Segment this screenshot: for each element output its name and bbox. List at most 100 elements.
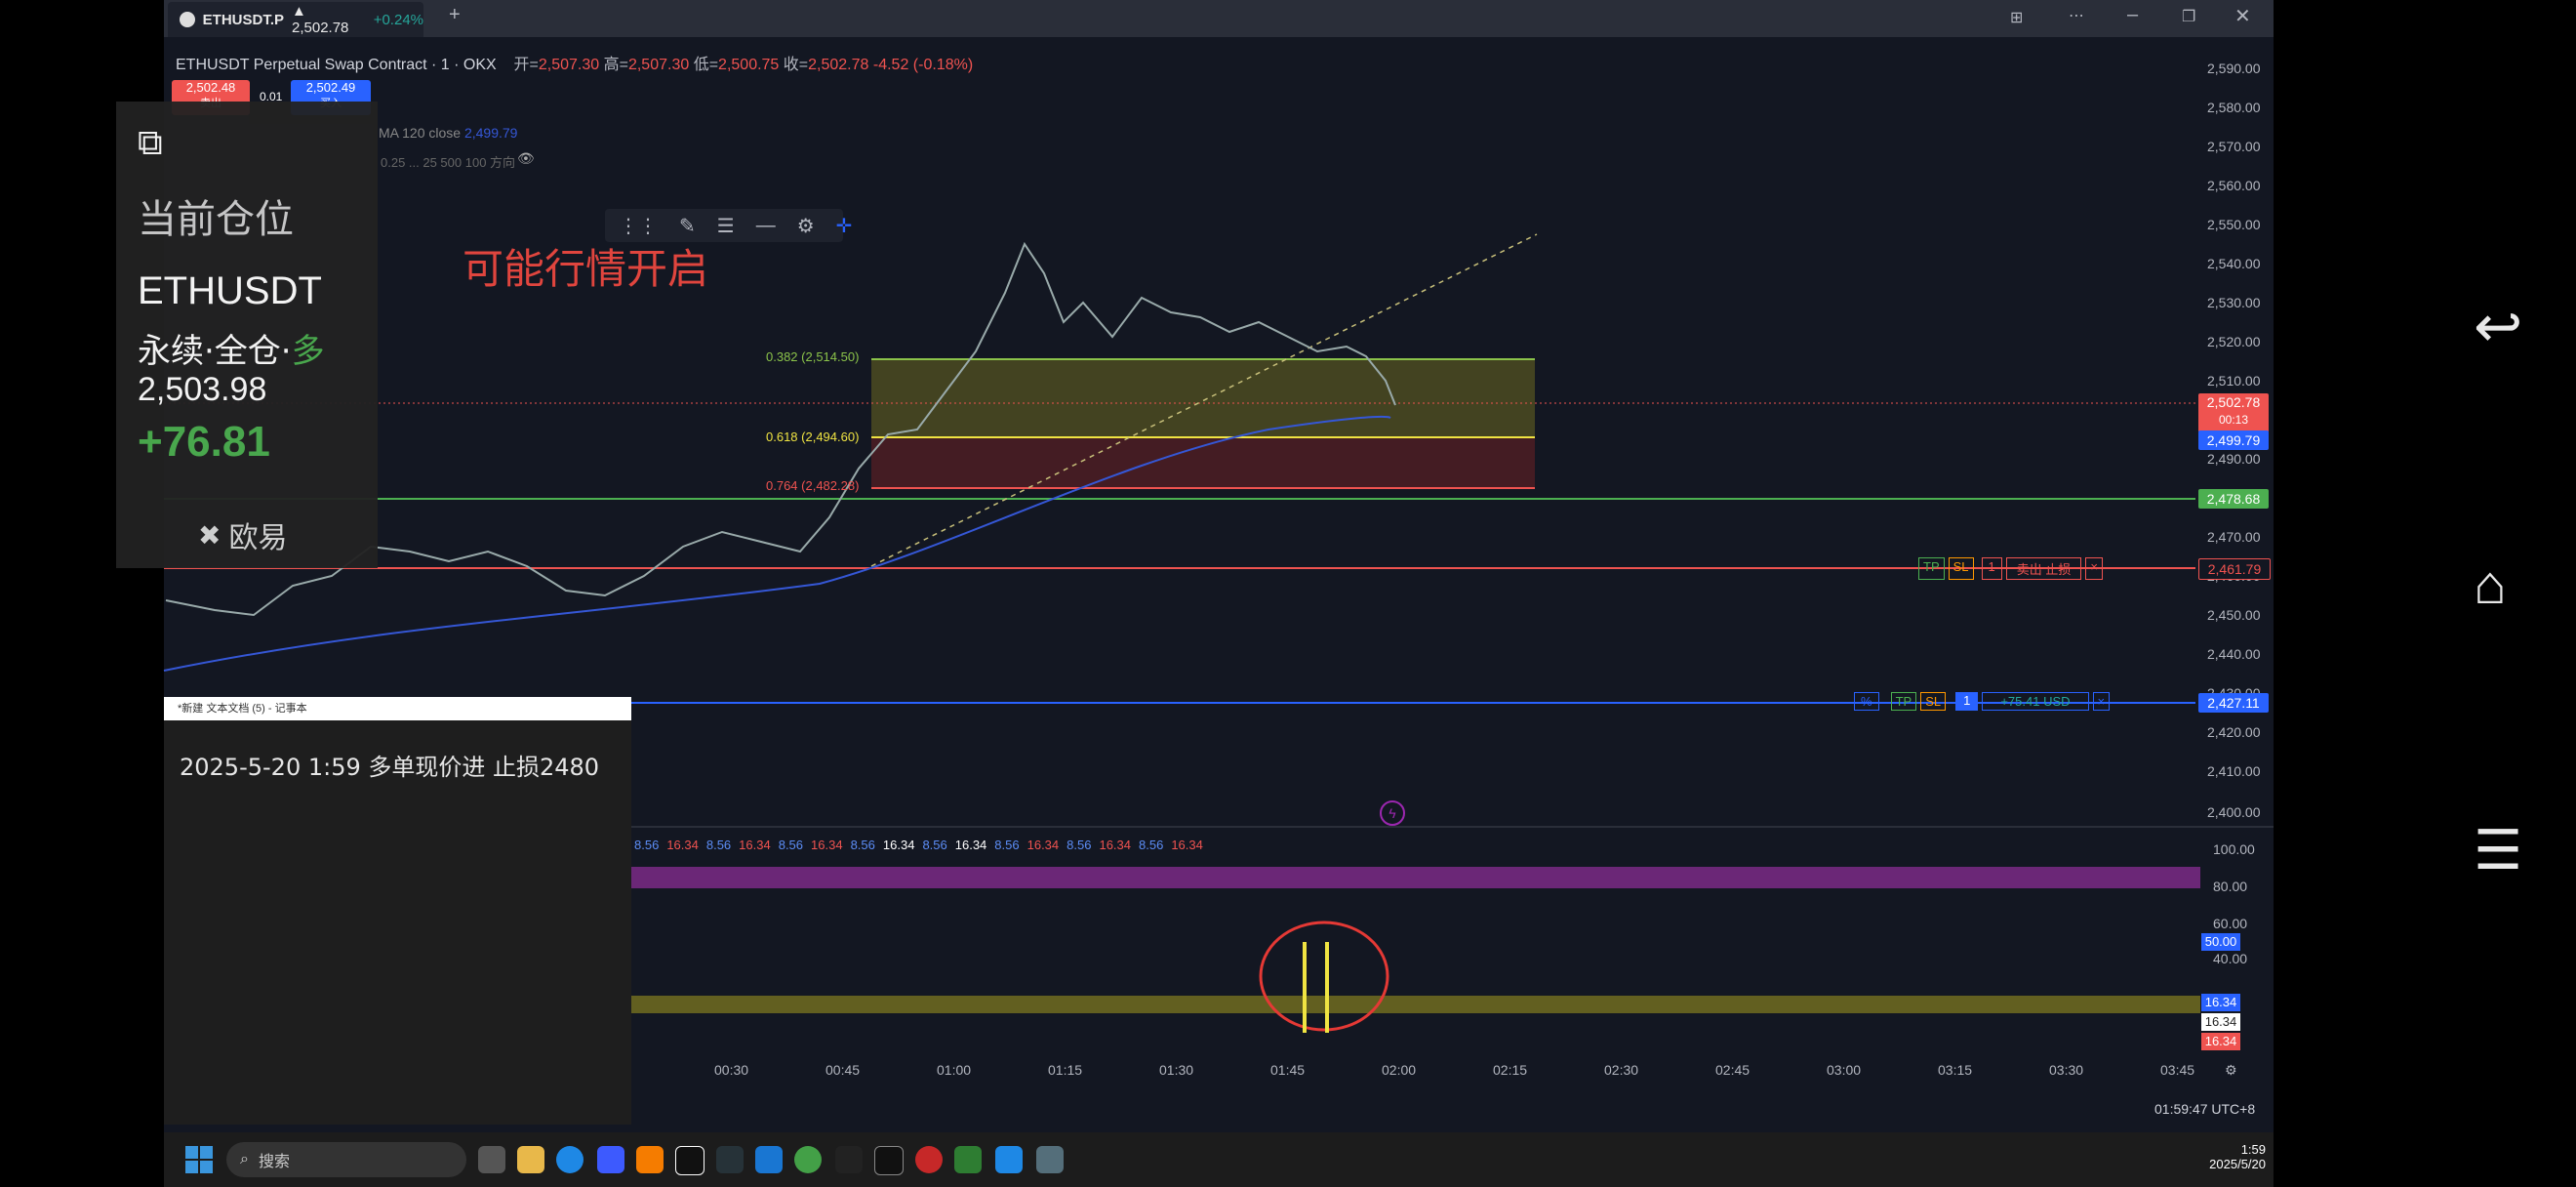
sl-order-tp[interactable]: TP bbox=[1918, 557, 1945, 580]
osc-axis-40: 40.00 bbox=[2213, 951, 2248, 966]
fib-label-0382: 0.382 (2,514.50) bbox=[766, 349, 860, 364]
app-orange-icon[interactable] bbox=[636, 1146, 664, 1173]
green-price-tag: 2,478.68 bbox=[2198, 489, 2269, 509]
crosshair-icon[interactable]: ✛ bbox=[836, 214, 853, 238]
card-symbol: ETHUSDT bbox=[138, 269, 322, 312]
time-axis-label: 01:00 bbox=[937, 1062, 972, 1078]
taskbar-search[interactable]: ⌕ 搜索 bbox=[226, 1142, 466, 1177]
card-exchange: ✖ 欧易 bbox=[198, 513, 287, 556]
wechat-icon[interactable] bbox=[794, 1146, 822, 1173]
app-red-icon[interactable] bbox=[915, 1146, 943, 1173]
se-app-icon[interactable] bbox=[716, 1146, 744, 1173]
pos-qty: 1 bbox=[1955, 692, 1979, 711]
open-label: 开= bbox=[513, 57, 539, 73]
time-axis-label: 02:00 bbox=[1382, 1062, 1417, 1078]
pos-tp[interactable]: TP bbox=[1890, 692, 1917, 711]
file-explorer-icon[interactable] bbox=[517, 1146, 544, 1173]
annotation-circle bbox=[1259, 921, 1389, 1032]
windows-start-icon[interactable] bbox=[185, 1146, 213, 1173]
sl-order-sl[interactable]: SL bbox=[1948, 557, 1974, 580]
close-label: 收= bbox=[783, 57, 809, 73]
task-view-icon[interactable] bbox=[478, 1146, 505, 1173]
pos-close-icon[interactable]: × bbox=[2092, 692, 2111, 711]
last-price-value: 2,502.78 bbox=[2206, 394, 2261, 410]
price-axis-label: 2,590.00 bbox=[2207, 61, 2261, 76]
low-label: 低= bbox=[693, 57, 719, 73]
osc-axis-80: 80.00 bbox=[2213, 879, 2248, 894]
okx-logo-icon: ✖ bbox=[198, 518, 221, 552]
time-axis-label: 02:30 bbox=[1604, 1062, 1639, 1078]
notepad-icon[interactable] bbox=[835, 1146, 863, 1173]
home-nav-icon[interactable]: ⌂ bbox=[2474, 553, 2507, 616]
osc-value: 8.56 bbox=[1139, 838, 1164, 852]
clock-utc: 01:59:47 UTC+8 bbox=[2154, 1101, 2256, 1117]
ma-legend-label: MA 120 close bbox=[379, 125, 462, 141]
buy-price: 2,502.49 bbox=[305, 80, 356, 95]
time-axis-label: 03:45 bbox=[2160, 1062, 2195, 1078]
store-icon[interactable] bbox=[597, 1146, 624, 1173]
time-axis-label: 01:15 bbox=[1048, 1062, 1083, 1078]
price-axis-label: 2,530.00 bbox=[2207, 295, 2261, 310]
price-axis-label: 2,570.00 bbox=[2207, 139, 2261, 154]
osc-value: 8.56 bbox=[922, 838, 947, 852]
position-widget[interactable]: % TP SL 1 +75.41 USD × bbox=[1854, 692, 2111, 711]
pip-window-icon[interactable]: ⧉ bbox=[138, 123, 177, 162]
osc-axis-100: 100.00 bbox=[2213, 841, 2255, 857]
close-value: 2,502.78 bbox=[808, 57, 869, 73]
notepad-text[interactable]: 2025-5-20 1:59 多单现价进 止损2480 bbox=[164, 720, 631, 782]
pos-sl[interactable]: SL bbox=[1920, 692, 1947, 711]
osc-value: 16.34 bbox=[1099, 838, 1132, 852]
osc-value: 16.34 bbox=[739, 838, 771, 852]
time-axis-label: 00:30 bbox=[714, 1062, 749, 1078]
osc-value: 8.56 bbox=[778, 838, 804, 852]
lightning-icon[interactable]: ϟ bbox=[1380, 800, 1405, 826]
low-value: 2,500.75 bbox=[718, 57, 780, 73]
price-axis-label: 2,520.00 bbox=[2207, 334, 2261, 349]
brush-icon[interactable]: ✎ bbox=[679, 214, 696, 238]
time-axis-label: 01:30 bbox=[1159, 1062, 1194, 1078]
line-style-icon[interactable]: — bbox=[756, 215, 776, 237]
tradingview-icon[interactable] bbox=[874, 1146, 904, 1175]
pos-percent[interactable]: % bbox=[1854, 692, 1879, 711]
osc-value: 16.34 bbox=[882, 838, 915, 852]
eye-icon[interactable]: 👁 bbox=[517, 150, 535, 167]
last-price-tag: 2,502.78 00:13 bbox=[2198, 393, 2269, 432]
osc-value: 8.56 bbox=[994, 838, 1020, 852]
countdown-value: 00:13 bbox=[2218, 413, 2249, 427]
taskbar-time: 1:59 bbox=[2240, 1142, 2266, 1157]
back-nav-icon[interactable]: ↩ bbox=[2474, 293, 2522, 361]
pos-pnl: +75.41 USD bbox=[1982, 692, 2089, 711]
osc-axis-60: 60.00 bbox=[2213, 916, 2248, 931]
lines-icon[interactable]: ☰ bbox=[717, 214, 735, 238]
settings-icon[interactable]: ⚙ bbox=[797, 214, 815, 238]
stop-loss-order[interactable]: TP SL 1 卖出 止损 × bbox=[1918, 557, 2103, 580]
sl-order-close-icon[interactable]: × bbox=[2085, 557, 2103, 580]
osc-value: 16.34 bbox=[1171, 838, 1203, 852]
osc-tag-2: 16.34 bbox=[2201, 1013, 2240, 1031]
ma-legend: MA 120 close 2,499.79 bbox=[379, 125, 517, 141]
search-icon: ⌕ bbox=[240, 1151, 249, 1167]
okx-task-icon[interactable] bbox=[675, 1146, 704, 1175]
drag-handle-icon[interactable]: ⋮⋮ bbox=[619, 214, 658, 238]
taskbar-clock[interactable]: 1:59 2025/5/20 bbox=[2207, 1142, 2266, 1171]
price-axis-label: 2,410.00 bbox=[2207, 763, 2261, 779]
edge-icon[interactable] bbox=[556, 1146, 584, 1173]
card-mode: 永续·全仓·多 bbox=[138, 324, 325, 372]
osc-lower-band bbox=[631, 996, 2200, 1013]
app-gray-icon[interactable] bbox=[1036, 1146, 1064, 1173]
sl-order-qty: 1 bbox=[1981, 557, 2002, 580]
osc-value: 16.34 bbox=[954, 838, 987, 852]
time-axis-label: 02:15 bbox=[1493, 1062, 1528, 1078]
menu-nav-icon[interactable]: ☰ bbox=[2474, 818, 2522, 882]
chart-title: ETHUSDT Perpetual Swap Contract · 1 · OK… bbox=[176, 57, 497, 73]
time-axis-label: 03:30 bbox=[2049, 1062, 2084, 1078]
app-blue-icon[interactable] bbox=[995, 1146, 1023, 1173]
notepad-window[interactable]: *新建 文本文档 (5) - 记事本 2025-5-20 1:59 多单现价进 … bbox=[164, 697, 631, 1125]
sl-order-text: 卖出 止损 bbox=[2005, 557, 2082, 580]
settings-gear-icon[interactable]: ⚙ bbox=[2225, 1062, 2237, 1079]
app-green-icon[interactable] bbox=[954, 1146, 982, 1173]
ma-legend-value: 2,499.79 bbox=[463, 125, 518, 141]
osc-values-row: 8.56 16.34 8.56 16.34 8.56 16.34 8.56 16.34 8.56… bbox=[634, 838, 1203, 852]
card-mode-prefix: 永续·全仓· bbox=[138, 332, 292, 371]
word-icon[interactable] bbox=[755, 1146, 783, 1173]
